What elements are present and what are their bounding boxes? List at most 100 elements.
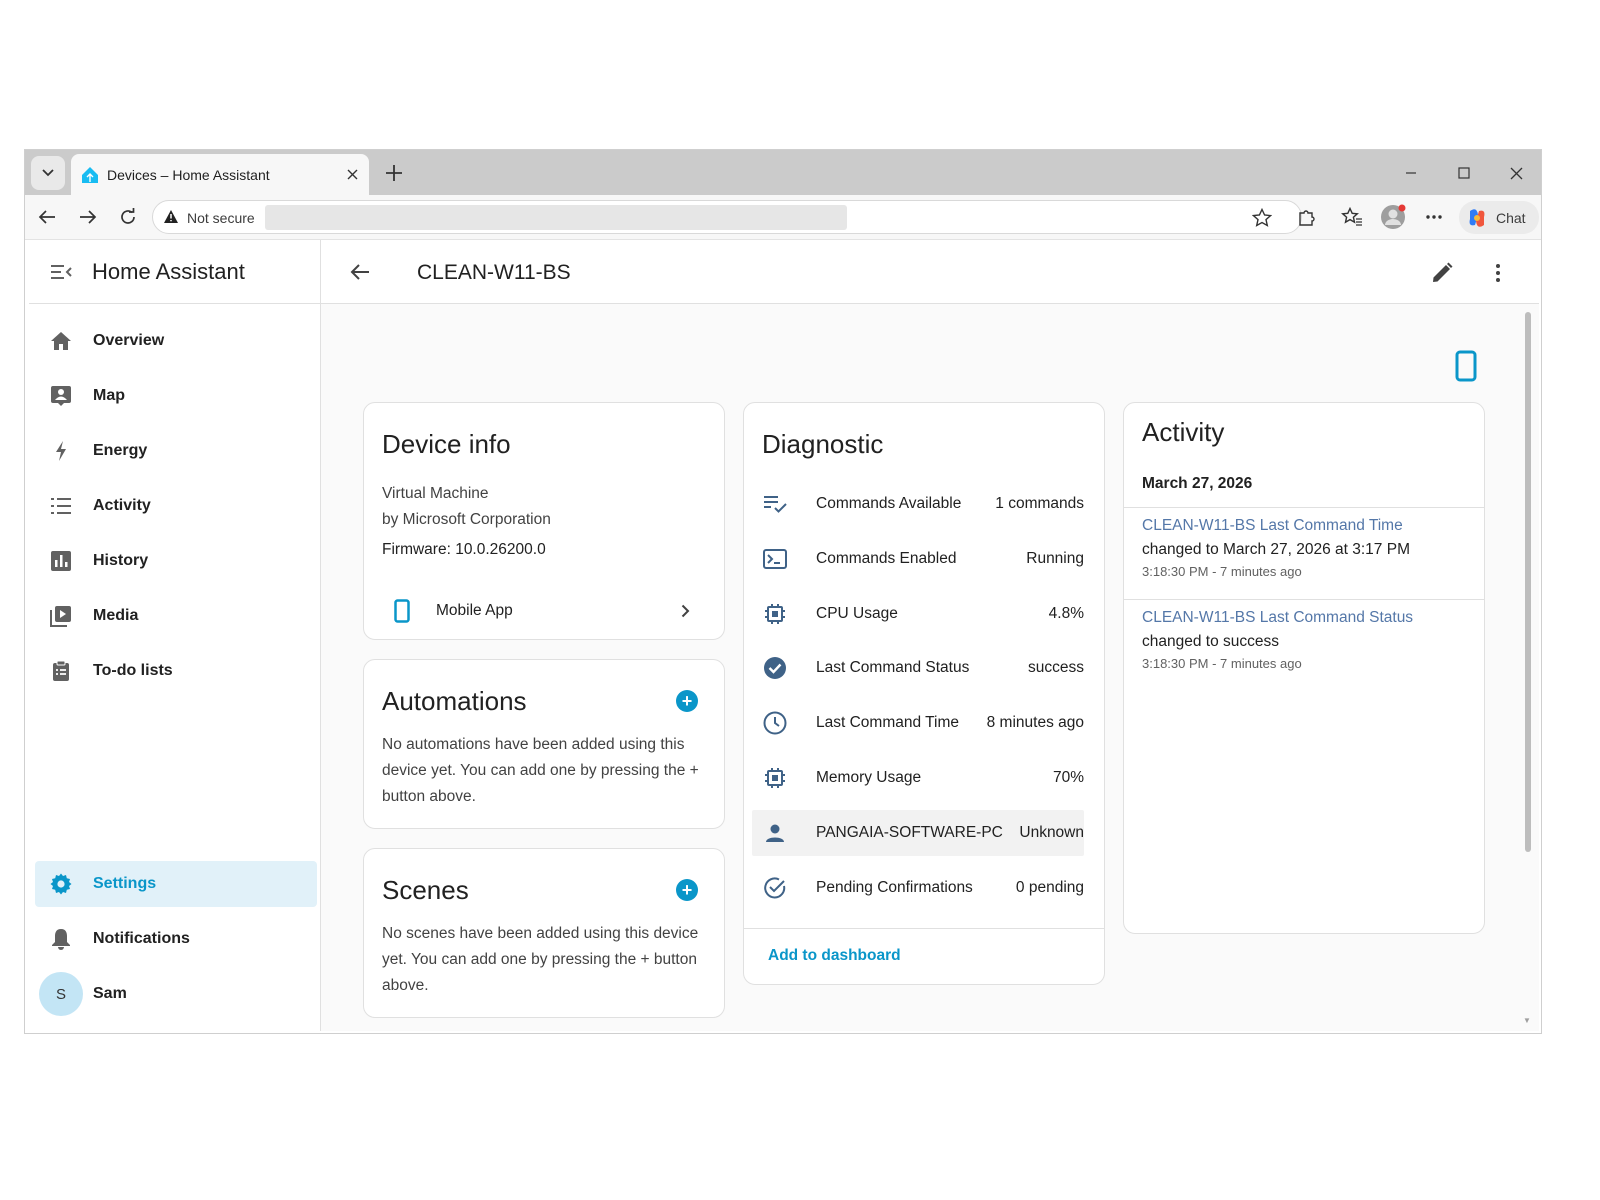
- arrow-left-icon: [350, 264, 369, 280]
- forward-button[interactable]: [74, 203, 102, 231]
- minimize-button[interactable]: [1397, 160, 1425, 186]
- app-header: CLEAN-W11-BS: [321, 240, 1539, 304]
- sidebar-toggle-button[interactable]: [47, 260, 75, 284]
- add-scene-button[interactable]: +: [676, 879, 698, 901]
- plus-icon: [386, 165, 402, 181]
- scenes-empty-text: No scenes have been added using this dev…: [382, 925, 699, 994]
- sidebar-item-label: Map: [93, 387, 125, 404]
- plus-icon: +: [681, 880, 693, 900]
- sidebar: Home Assistant Overview Map Energy Activ…: [29, 240, 321, 1031]
- tab-close-button[interactable]: [343, 165, 361, 183]
- diagnostic-row-commands-available[interactable]: Commands Available 1 commands: [752, 481, 1084, 527]
- sidebar-item-media[interactable]: Media: [35, 593, 317, 639]
- diagnostic-name: Commands Enabled: [816, 550, 957, 567]
- star-icon: [1252, 208, 1272, 227]
- sidebar-header: Home Assistant: [29, 240, 320, 304]
- diagnostic-name: Memory Usage: [816, 769, 922, 786]
- console-icon: [760, 549, 790, 569]
- back-button[interactable]: [347, 260, 373, 284]
- favorite-button[interactable]: [1251, 207, 1273, 229]
- card-title: Diagnostic: [762, 429, 884, 459]
- minimize-icon: [1406, 172, 1416, 174]
- diagnostic-row-last-command-status[interactable]: Last Command Status success: [752, 645, 1084, 691]
- diagnostic-name: CPU Usage: [816, 605, 898, 622]
- diagnostic-value: Running: [1026, 550, 1084, 567]
- sidebar-item-settings[interactable]: Settings: [35, 861, 317, 907]
- card-title: Scenes: [382, 875, 469, 905]
- chart-icon: [47, 547, 75, 575]
- tab-list-button[interactable]: [31, 156, 65, 190]
- device-model: Virtual Machine: [382, 485, 489, 502]
- reload-button[interactable]: [114, 203, 142, 231]
- activity-entity-link[interactable]: CLEAN-W11-BS Last Command Time: [1142, 517, 1472, 535]
- sidebar-item-label: Sam: [93, 985, 127, 1002]
- diagnostic-row-cpu-usage[interactable]: CPU Usage 4.8%: [752, 591, 1084, 637]
- sidebar-item-map[interactable]: Map: [35, 373, 317, 419]
- sidebar-item-label: History: [93, 552, 149, 569]
- diagnostic-card: Diagnostic Commands Available 1 commands…: [743, 402, 1105, 985]
- copilot-chat-button[interactable]: Chat: [1459, 201, 1539, 234]
- integration-link[interactable]: Mobile App: [372, 589, 718, 633]
- sidebar-item-label: Energy: [93, 442, 148, 459]
- sidebar-item-label: Settings: [93, 875, 157, 892]
- lightning-icon: [47, 437, 75, 465]
- more-menu-button[interactable]: [1485, 260, 1511, 286]
- address-bar[interactable]: Not secure: [152, 200, 1302, 234]
- activity-timestamp[interactable]: 3:18:30 PM - 7 minutes ago: [1142, 656, 1472, 671]
- sidebar-item-history[interactable]: History: [35, 538, 317, 584]
- arrow-left-icon: [38, 210, 55, 224]
- chip-icon: [760, 767, 790, 789]
- diagnostic-name: Commands Available: [816, 495, 962, 512]
- check-circle-icon: [760, 656, 790, 680]
- activity-timestamp[interactable]: 3:18:30 PM - 7 minutes ago: [1142, 564, 1472, 579]
- url-text[interactable]: [265, 205, 847, 230]
- sidebar-title: Home Assistant: [92, 259, 245, 284]
- sidebar-item-label: Activity: [93, 497, 151, 514]
- device-manufacturer: by Microsoft Corporation: [382, 511, 551, 528]
- add-to-dashboard-button[interactable]: Add to dashboard: [768, 947, 901, 965]
- activity-entity-link[interactable]: CLEAN-W11-BS Last Command Status: [1142, 609, 1472, 627]
- maximize-button[interactable]: [1450, 160, 1478, 186]
- close-window-button[interactable]: [1502, 160, 1530, 186]
- sidebar-item-profile[interactable]: S Sam: [35, 969, 317, 1019]
- cellphone-icon: [1455, 350, 1477, 382]
- divider: [1124, 507, 1484, 508]
- more-options-button[interactable]: [1420, 203, 1448, 231]
- sidebar-item-energy[interactable]: Energy: [35, 428, 317, 474]
- bell-icon: [47, 925, 75, 953]
- sidebar-item-activity[interactable]: Activity: [35, 483, 317, 529]
- favorites-button[interactable]: [1338, 203, 1366, 231]
- diagnostic-row-pc-account[interactable]: PANGAIA-SOFTWARE-PC Unknown: [752, 810, 1084, 856]
- extensions-button[interactable]: [1293, 203, 1321, 231]
- diagnostic-value: 1 commands: [995, 495, 1084, 512]
- browser-window: Devices – Home Assistant Not secure Chat…: [24, 149, 1542, 1034]
- arrow-right-icon: [80, 210, 97, 224]
- sidebar-item-todo[interactable]: To-do lists: [35, 648, 317, 694]
- diagnostic-row-last-command-time[interactable]: Last Command Time 8 minutes ago: [752, 700, 1084, 746]
- diagnostic-row-memory-usage[interactable]: Memory Usage 70%: [752, 755, 1084, 801]
- back-button[interactable]: [33, 203, 61, 231]
- card-title: Device info: [382, 429, 511, 459]
- clock-icon: [760, 711, 790, 735]
- menu-open-icon: [51, 265, 72, 279]
- sidebar-item-notifications[interactable]: Notifications: [35, 916, 317, 962]
- new-tab-button[interactable]: [381, 160, 407, 186]
- activity-date: March 27, 2026: [1142, 475, 1253, 492]
- security-indicator[interactable]: Not secure: [187, 210, 255, 226]
- diagnostic-row-pending-confirmations[interactable]: Pending Confirmations 0 pending: [752, 865, 1084, 911]
- edit-button[interactable]: [1429, 260, 1455, 286]
- home-assistant-app: Home Assistant Overview Map Energy Activ…: [29, 240, 1539, 1031]
- activity-entry: CLEAN-W11-BS Last Command Status changed…: [1142, 609, 1472, 671]
- integration-label: Mobile App: [436, 602, 513, 619]
- dots-vertical-icon: [1496, 264, 1500, 282]
- browser-tab[interactable]: Devices – Home Assistant: [71, 154, 369, 195]
- add-automation-button[interactable]: +: [676, 690, 698, 712]
- diagnostic-row-commands-enabled[interactable]: Commands Enabled Running: [752, 536, 1084, 582]
- tab-bar: Devices – Home Assistant: [25, 150, 1541, 195]
- tab-title: Devices – Home Assistant: [107, 167, 270, 183]
- scroll-down-arrow[interactable]: ▼: [1523, 1016, 1531, 1025]
- activity-change: changed to March 27, 2026 at 3:17 PM: [1142, 541, 1410, 558]
- profile-button[interactable]: [1379, 203, 1407, 231]
- scrollbar[interactable]: [1525, 312, 1531, 852]
- sidebar-item-overview[interactable]: Overview: [35, 318, 317, 364]
